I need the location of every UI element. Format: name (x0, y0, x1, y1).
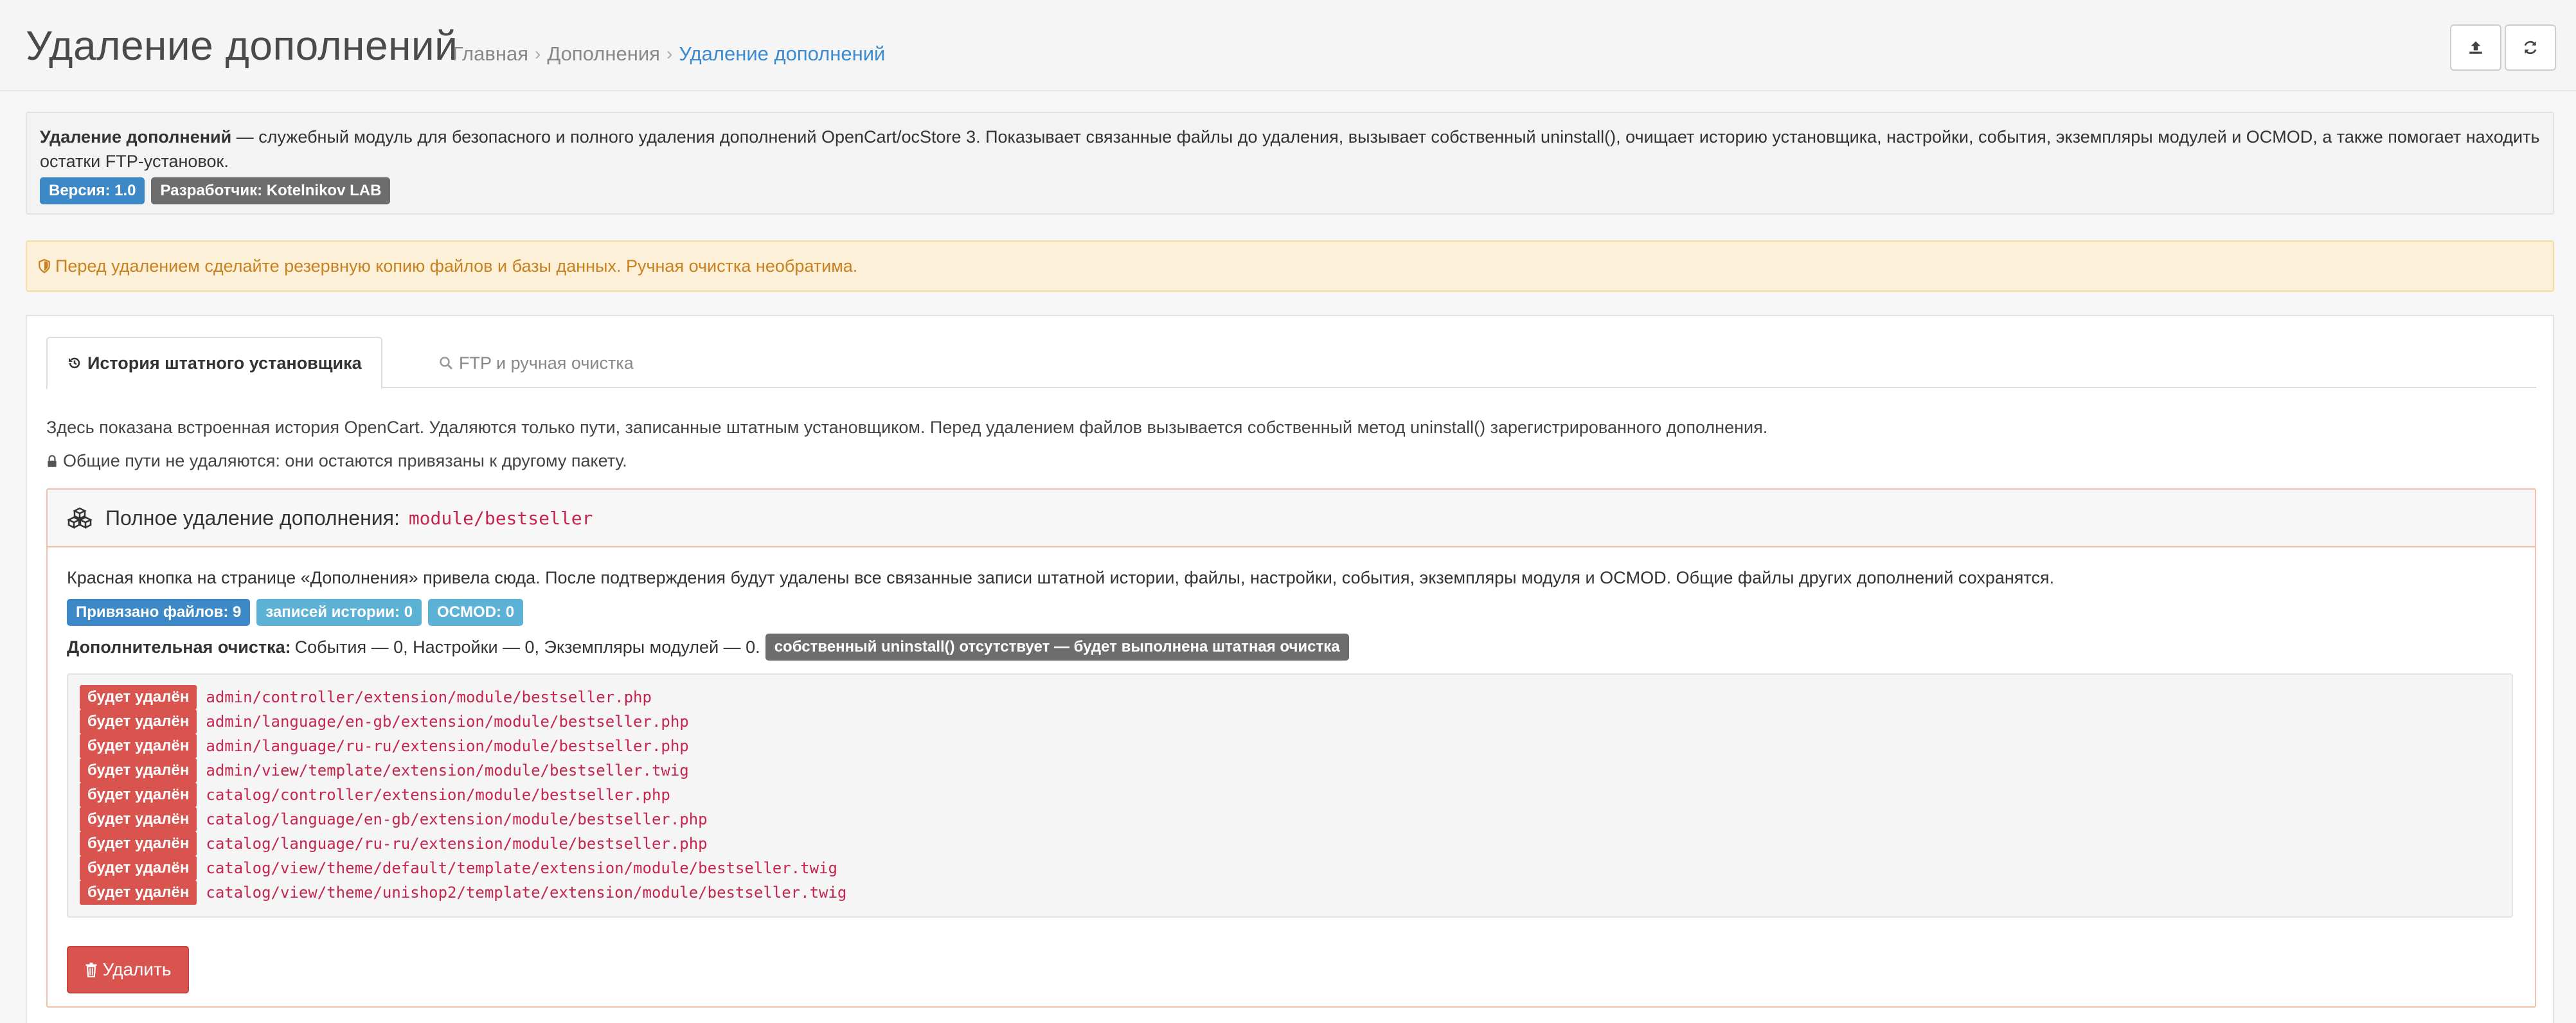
list-item: будет удалён catalog/language/ru-ru/exten… (80, 832, 2500, 856)
module-info: Удаление дополнений — служебный модуль д… (26, 112, 2554, 215)
file-status-badge: будет удалён (80, 783, 197, 807)
extra-cleanup-text: События — 0, Настройки — 0, Экземпляры м… (294, 637, 760, 657)
list-item: будет удалён admin/view/template/extensio… (80, 758, 2500, 783)
breadcrumb-separator: › (535, 44, 541, 64)
search-icon (440, 357, 453, 370)
files-count-badge: Привязано файлов: 9 (67, 599, 251, 626)
extra-cleanup: Дополнительная очистка: События — 0, Нас… (67, 634, 1349, 661)
list-item: будет удалён catalog/view/theme/default/t… (80, 856, 2500, 880)
cubes-icon (67, 507, 93, 529)
list-item: будет удалён catalog/view/theme/unishop2/… (80, 880, 2500, 905)
main-panel: История штатного установщика FTP и ручна… (26, 315, 2554, 1023)
file-path: admin/view/template/extension/module/bes… (206, 761, 689, 779)
breadcrumb-home[interactable]: Главная (452, 42, 528, 66)
file-path: admin/controller/extension/module/bestse… (206, 688, 652, 706)
removal-card: Полное удаление дополнения: module/bests… (46, 488, 2536, 1008)
module-name: Удаление дополнений (40, 127, 232, 147)
breadcrumb-extensions[interactable]: Дополнения (547, 42, 660, 66)
refresh-icon (2524, 40, 2537, 55)
list-item: будет удалён admin/language/en-gb/extensi… (80, 709, 2500, 734)
extension-code: module/bestseller (408, 507, 593, 529)
warning-text: Перед удалением сделайте резервную копию… (55, 256, 858, 276)
uninstall-status-badge: собственный uninstall() отсутствует — бу… (765, 634, 1349, 661)
developer-badge: Разработчик: Kotelnikov LAB (151, 177, 391, 204)
file-path: catalog/controller/extension/module/best… (206, 786, 670, 804)
file-status-badge: будет удалён (80, 734, 197, 758)
file-path: admin/language/ru-ru/extension/module/be… (206, 737, 689, 755)
file-path: catalog/view/theme/default/template/exte… (206, 859, 837, 877)
tabs: История штатного установщика FTP и ручна… (46, 337, 2536, 389)
page-title: Удаление дополнений (26, 22, 458, 69)
file-status-badge: будет удалён (80, 758, 197, 783)
list-item: будет удалён catalog/controller/extension… (80, 783, 2500, 807)
history-count-badge: записей истории: 0 (256, 599, 422, 626)
file-list: будет удалён admin/controller/extension/m… (67, 673, 2513, 918)
list-item: будет удалён catalog/language/en-gb/exten… (80, 807, 2500, 832)
delete-button-label: Удалить (102, 959, 172, 979)
breadcrumb-separator: › (666, 44, 673, 64)
file-status-badge: будет удалён (80, 709, 197, 734)
file-path: catalog/language/ru-ru/extension/module/… (206, 835, 708, 853)
removal-badges: Привязано файлов: 9 записей истории: 0 O… (67, 599, 524, 626)
file-status-badge: будет удалён (80, 832, 197, 856)
file-status-badge: будет удалён (80, 856, 197, 880)
trash-icon (85, 963, 96, 977)
upload-button[interactable] (2450, 24, 2501, 71)
file-status-badge: будет удалён (80, 807, 197, 832)
removal-card-header: Полное удаление дополнения: module/bests… (48, 490, 2535, 547)
list-item: будет удалён admin/controller/extension/m… (80, 685, 2500, 709)
shared-paths-note: Общие пути не удаляются: они остаются пр… (46, 451, 627, 471)
list-item: будет удалён admin/language/ru-ru/extensi… (80, 734, 2500, 758)
tab-installer-history[interactable]: История штатного установщика (46, 337, 382, 389)
shared-paths-note-text: Общие пути не удаляются: они остаются пр… (63, 451, 627, 470)
ocmod-count-badge: OCMOD: 0 (428, 599, 524, 626)
page-header: Удаление дополнений Главная › Дополнения… (0, 0, 2576, 91)
module-description: Удаление дополнений — служебный модуль д… (40, 125, 2540, 173)
module-description-text: — служебный модуль для безопасного и пол… (40, 127, 2540, 171)
breadcrumb-current[interactable]: Удаление дополнений (679, 42, 885, 66)
file-path: catalog/view/theme/unishop2/template/ext… (206, 884, 847, 902)
breadcrumb: Главная › Дополнения › Удаление дополнен… (452, 42, 885, 66)
history-description: Здесь показана встроенная история OpenCa… (46, 418, 1768, 437)
file-status-badge: будет удалён (80, 685, 197, 709)
file-path: admin/language/en-gb/extension/module/be… (206, 713, 689, 731)
removal-title: Полное удаление дополнения: (105, 506, 400, 529)
tab-label: FTP и ручная очистка (459, 353, 634, 373)
file-path: catalog/language/en-gb/extension/module/… (206, 810, 708, 828)
lock-icon (48, 454, 57, 467)
upload-icon (2469, 41, 2482, 54)
extra-cleanup-label: Дополнительная очистка: (67, 637, 291, 657)
refresh-button[interactable] (2505, 24, 2556, 71)
history-icon (69, 357, 80, 369)
file-status-badge: будет удалён (80, 880, 197, 905)
module-badges: Версия: 1.0 Разработчик: Kotelnikov LAB (40, 177, 391, 204)
shield-icon (39, 259, 50, 273)
tab-label: История штатного установщика (87, 353, 362, 373)
backup-warning: Перед удалением сделайте резервную копию… (26, 240, 2554, 292)
tab-ftp-cleanup[interactable]: FTP и ручная очистка (419, 337, 653, 389)
delete-button[interactable]: Удалить (67, 946, 189, 993)
removal-description: Красная кнопка на странице «Дополнения» … (67, 568, 2055, 587)
version-badge: Версия: 1.0 (40, 177, 145, 204)
